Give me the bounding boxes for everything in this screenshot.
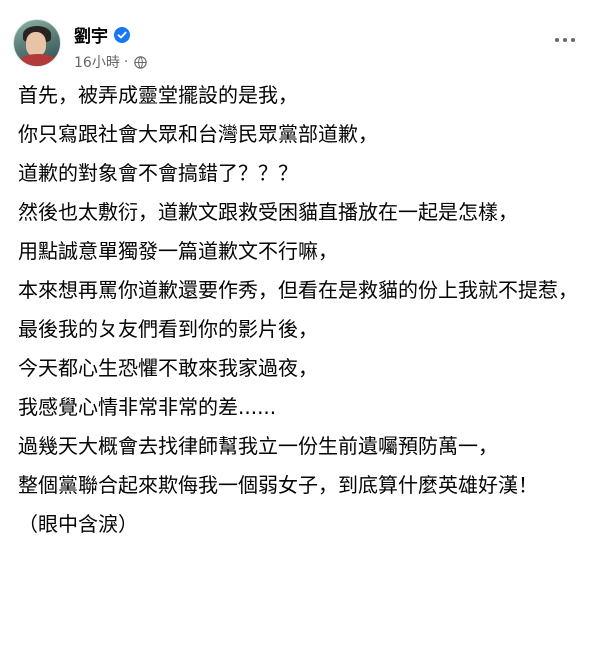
facebook-post: 劉宇 16小時 · 首先，被弄成靈堂擺設的是我， 你只寫跟社會大眾和台灣民眾黨部… <box>0 0 597 660</box>
post-paragraph: 你只寫跟社會大眾和台灣民眾黨部道歉， <box>18 122 378 146</box>
post-paragraph: 本來想再罵你道歉還要作秀，但看在是救貓的份上我就不提惹， <box>18 278 578 302</box>
author-row: 劉宇 <box>74 22 130 47</box>
post-paragraph: 過幾天大概會去找律師幫我立一份生前遺囑預防萬一， <box>18 434 498 458</box>
verified-badge-icon <box>114 26 130 43</box>
post-paragraph: 最後我的ㄆ友們看到你的影片後， <box>18 317 318 341</box>
more-options-icon[interactable] <box>547 22 583 58</box>
post-paragraph: （眼中含淚） <box>18 512 138 536</box>
post-timestamp[interactable]: 16小時 <box>74 52 120 72</box>
meta-separator: · <box>123 54 129 70</box>
post-paragraph: 然後也太敷衍，道歉文跟救受困貓直播放在一起是怎樣， <box>18 200 518 224</box>
post-paragraph: 今天都心生恐懼不敢來我家過夜， <box>18 356 318 380</box>
author-name[interactable]: 劉宇 <box>74 22 108 47</box>
post-paragraph: 道歉的對象會不會搞錯了？？？ <box>18 161 298 185</box>
post-paragraph: 用點誠意單獨發一篇道歉文不行嘛， <box>18 239 338 263</box>
avatar-body <box>18 54 58 66</box>
post-header: 劉宇 16小時 · <box>13 14 583 72</box>
post-paragraph: 整個黨聯合起來欺侮我一個弱女子，到底算什麼英雄好漢！ <box>18 473 538 497</box>
post-paragraph: 首先，被弄成靈堂擺設的是我， <box>18 83 298 107</box>
post-meta: 16小時 · <box>74 52 148 72</box>
avatar-face <box>26 32 46 56</box>
globe-icon[interactable] <box>134 55 148 69</box>
post-paragraph: 我感覺心情非常非常的差...... <box>18 395 277 419</box>
avatar[interactable] <box>13 19 61 67</box>
post-body: 首先，被弄成靈堂擺設的是我， 你只寫跟社會大眾和台灣民眾黨部道歉， 道歉的對象會… <box>18 80 578 548</box>
